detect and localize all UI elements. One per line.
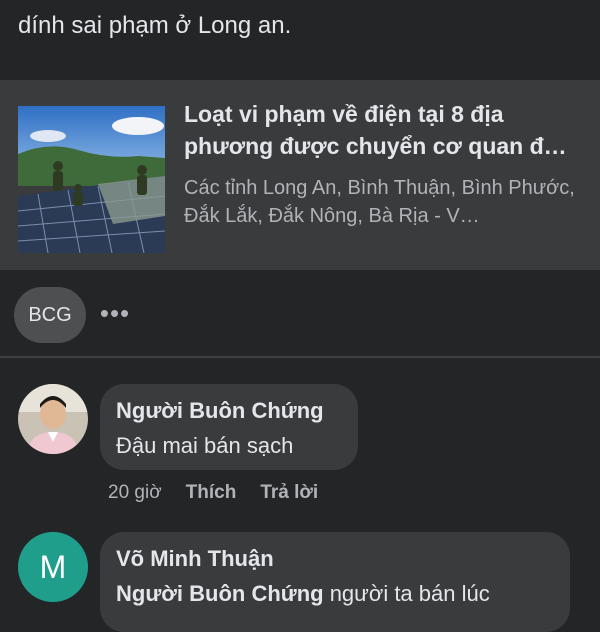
more-options-icon[interactable]: ••• (100, 296, 130, 330)
like-button[interactable]: Thích (186, 482, 237, 504)
post-text: dính sai phạm ở Long an. (18, 0, 588, 42)
avatar[interactable] (18, 384, 88, 454)
link-title[interactable]: Loạt vi phạm về điện tại 8 địa phương đư… (184, 98, 584, 162)
comment-text: Đậu mai bán sạch (116, 433, 294, 458)
comment-author[interactable]: Võ Minh Thuận (116, 546, 274, 572)
comment-bubble[interactable]: Võ Minh Thuận Người Buôn Chứng người ta … (100, 532, 570, 632)
post-text-line: dính sai phạm ở Long an. (18, 12, 292, 39)
comment-actions: 20 giờ Thích Trả lời (108, 482, 318, 504)
mention-link[interactable]: Người Buôn Chứng (116, 581, 324, 606)
link-description: Các tỉnh Long An, Bình Thuận, Bình Phước… (184, 177, 575, 227)
solar-panel-photo (18, 106, 165, 253)
comment-bubble[interactable]: Người Buôn Chứng Đậu mai bán sạch (100, 384, 358, 470)
comment-text-rest: người ta bán lúc (323, 581, 490, 606)
avatar[interactable]: M (18, 532, 88, 602)
link-thumbnail-image[interactable] (18, 106, 165, 253)
divider (0, 356, 600, 358)
profile-photo-icon (18, 384, 88, 454)
bcg-avatar-chip[interactable]: BCG (14, 287, 86, 343)
comment-text: Người Buôn Chứng người ta bán lúc (116, 581, 490, 607)
reply-button[interactable]: Trả lời (260, 482, 318, 504)
comment-time[interactable]: 20 giờ (108, 482, 162, 504)
comment-author[interactable]: Người Buôn Chứng (116, 398, 324, 424)
